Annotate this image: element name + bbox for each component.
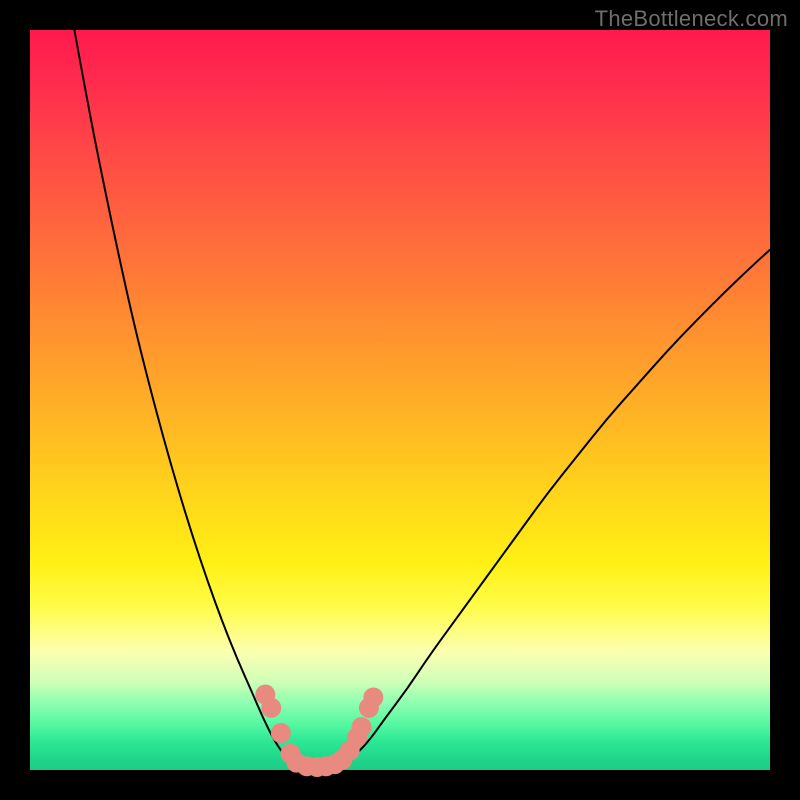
- curve-left: [74, 30, 296, 766]
- marker-bead: [363, 687, 383, 707]
- marker-bead: [352, 717, 372, 737]
- marker-bead: [271, 723, 291, 743]
- chart-plot-area: [30, 30, 770, 770]
- marker-bead: [261, 698, 281, 718]
- curve-right: [341, 250, 770, 766]
- marker-beads: [255, 685, 383, 778]
- chart-svg: [30, 30, 770, 770]
- watermark-text: TheBottleneck.com: [595, 6, 788, 32]
